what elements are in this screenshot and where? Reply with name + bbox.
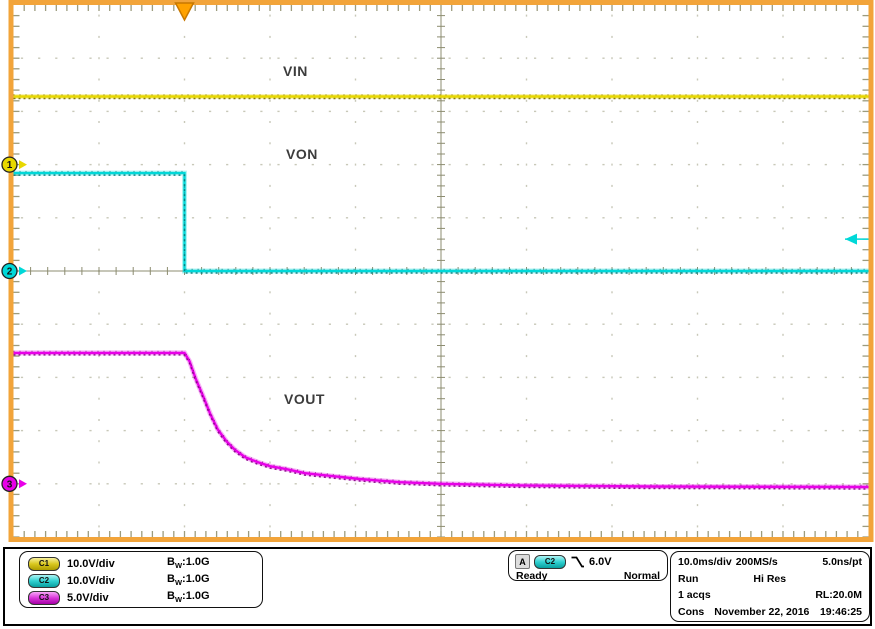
vout-wave-label: VOUT [284, 391, 325, 407]
svg-text:3: 3 [7, 479, 13, 490]
channel-marker-2[interactable]: 2 [1, 262, 27, 280]
channel-2-row[interactable]: C2 10.0V/div BW:1.0G [20, 572, 262, 589]
channel-3-badge[interactable]: C3 [28, 590, 60, 605]
channel-marker-1[interactable]: 1 [1, 156, 27, 173]
sample-resolution: 5.0ns/pt [822, 556, 862, 569]
channel-3-scale: 5.0V/div [67, 591, 109, 604]
sample-rate: 200MS/s [735, 556, 778, 569]
channel-2-badge[interactable]: C2 [28, 573, 60, 588]
trigger-mode: Normal [623, 570, 660, 582]
trace-vin [13, 94, 869, 100]
channel-1-row[interactable]: C1 10.0V/div BW:1.0G [20, 555, 262, 572]
trigger-level-arrow[interactable] [845, 233, 869, 245]
von-wave-label: VON [286, 146, 318, 162]
time-value: 19:46:25 [819, 605, 862, 618]
channel-3-bandwidth: BW:1.0G [167, 590, 210, 605]
falling-edge-icon [571, 556, 584, 567]
trigger-source-badge[interactable]: C2 [534, 554, 566, 569]
channel-2-bandwidth: BW:1.0G [167, 573, 210, 588]
channel-2-scale: 10.0V/div [67, 574, 115, 587]
trigger-a-badge: A [515, 554, 530, 569]
timebase-readout-box[interactable]: 10.0ms/div 200MS/s 5.0ns/pt Run Hi Res 1… [670, 551, 870, 622]
channel-marker-3[interactable]: 3 [1, 475, 27, 492]
channel-1-badge[interactable]: C1 [28, 556, 60, 571]
waveform-display: 1 2 3 [1, 0, 874, 542]
timebase-scale: 10.0ms/div [678, 556, 732, 569]
trigger-readout-box[interactable]: A C2 6.0V Ready Normal [508, 550, 668, 582]
readout-bar: C1 10.0V/div BW:1.0G C2 10.0V/div BW:1.0… [3, 547, 872, 626]
svg-text:2: 2 [7, 267, 13, 278]
oscilloscope-screen: 1 2 3 VIN VON VOUT C1 10.0V/div BW:1.0G C2… [0, 0, 875, 629]
trigger-level-value: 6.0V [589, 555, 612, 568]
trigger-state: Ready [516, 570, 548, 582]
date-value: November 22, 2016 [714, 605, 810, 618]
acquisition-state: Run [678, 572, 699, 585]
svg-text:1: 1 [7, 160, 13, 171]
acquisition-count: 1 acqs [678, 589, 711, 602]
acquisition-mode: Hi Res [753, 572, 787, 585]
trigger-position-marker[interactable] [174, 2, 195, 22]
record-length: RL:20.0M [815, 589, 862, 602]
channel-readout-box: C1 10.0V/div BW:1.0G C2 10.0V/div BW:1.0… [19, 551, 263, 608]
vin-wave-label: VIN [283, 63, 308, 79]
cons-label: Cons [678, 605, 705, 618]
channel-3-row[interactable]: C3 5.0V/div BW:1.0G [20, 589, 262, 606]
channel-1-bandwidth: BW:1.0G [167, 556, 210, 571]
channel-1-scale: 10.0V/div [67, 557, 115, 570]
